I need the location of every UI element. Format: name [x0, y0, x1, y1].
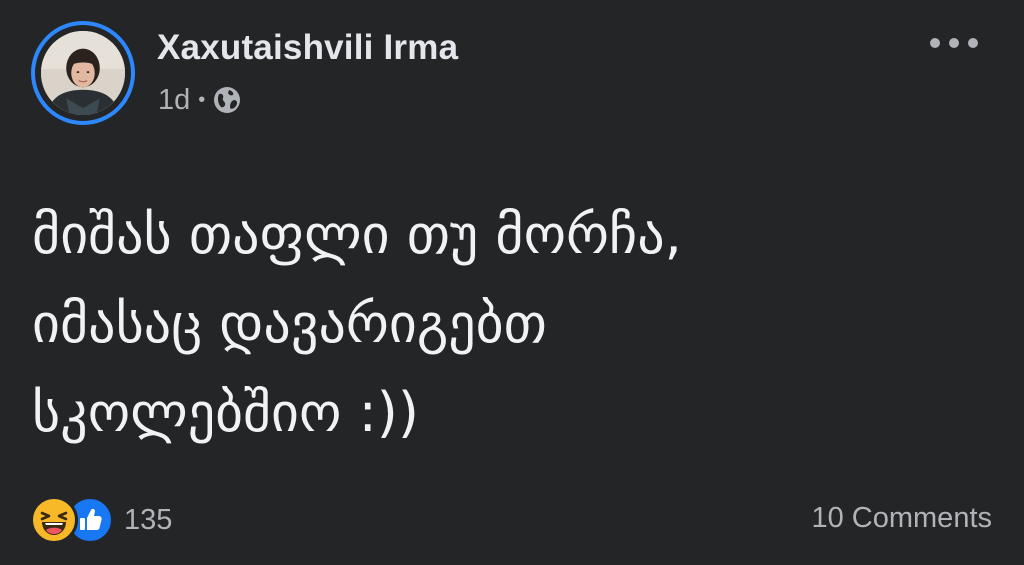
- globe-icon[interactable]: [212, 85, 242, 115]
- reactions-summary[interactable]: 135: [30, 496, 173, 544]
- reaction-count: 135: [124, 503, 173, 536]
- more-options-icon[interactable]: [930, 30, 978, 56]
- post-card: Xaxutaishvili Irma 1d • მიშას თაფლი თუ მ…: [0, 0, 1024, 565]
- more-dot: [930, 38, 940, 48]
- avatar-photo: [41, 31, 125, 115]
- meta-separator: •: [198, 88, 206, 111]
- more-dot: [949, 38, 959, 48]
- avatar[interactable]: [31, 21, 135, 125]
- comments-link[interactable]: 10 Comments: [811, 502, 992, 535]
- post-text: მიშას თაფლი თუ მორჩა, იმასაც დავარიგებთ …: [32, 203, 682, 444]
- author-name[interactable]: Xaxutaishvili Irma: [157, 28, 458, 68]
- haha-reaction-icon: [30, 496, 78, 544]
- post-time[interactable]: 1d: [158, 84, 190, 117]
- post-meta: 1d •: [158, 82, 242, 118]
- more-dot: [968, 38, 978, 48]
